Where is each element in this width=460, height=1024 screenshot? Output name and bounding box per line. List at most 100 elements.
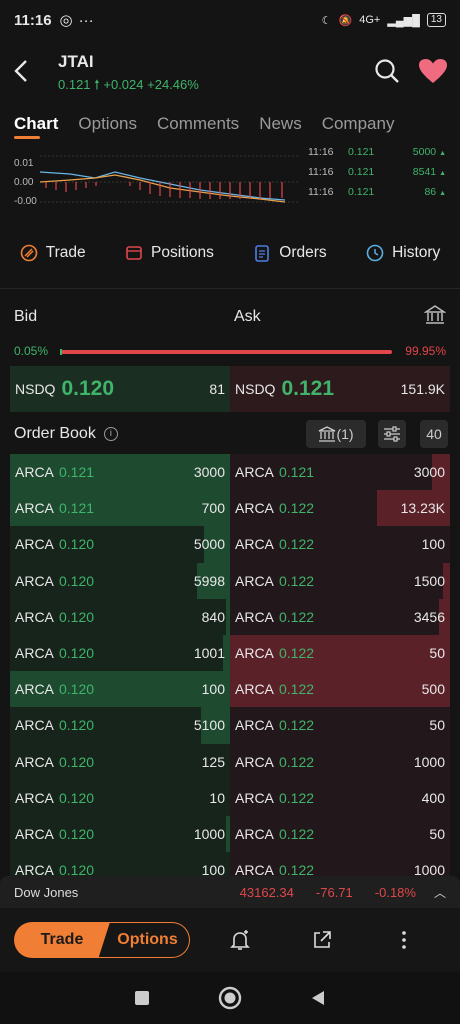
bid-exchange: ARCA: [15, 464, 54, 481]
bid-size: 700: [201, 500, 225, 517]
tab-company[interactable]: Company: [322, 114, 395, 134]
order-book-row: ARCA 0.121 3000 ARCA 0.121 3000: [10, 454, 450, 491]
ask-level[interactable]: ARCA 0.122 1000: [230, 852, 450, 876]
arrow-up-icon: ▲: [439, 190, 446, 197]
nbbo-ask-exchange: NSDQ: [235, 381, 276, 397]
order-book-row: ARCA 0.120 5000 ARCA 0.122 100: [10, 526, 450, 563]
nbbo-bid-size: 81: [209, 381, 225, 397]
bid-level[interactable]: ARCA 0.120 100: [10, 671, 230, 708]
share-icon[interactable]: [310, 928, 334, 952]
bid-level[interactable]: ARCA 0.120 125: [10, 743, 230, 780]
tab-news[interactable]: News: [259, 114, 302, 134]
tick-volume: 86 ▲: [424, 186, 446, 198]
order-book-row: ARCA 0.120 1000 ARCA 0.122 50: [10, 815, 450, 853]
bid-level[interactable]: ARCA 0.120 1001: [10, 634, 230, 672]
tab-options[interactable]: Options: [78, 114, 137, 134]
positions-action[interactable]: Positions: [125, 244, 214, 262]
back-nav-icon[interactable]: [309, 989, 327, 1007]
bid-level[interactable]: ARCA 0.121 3000: [10, 454, 230, 491]
bid-price: 0.120: [59, 825, 95, 842]
tick-volume-value: 5000: [412, 146, 437, 158]
order-book-header: Order Book i (1) 40: [14, 420, 448, 448]
ask-level[interactable]: ARCA 0.122 50: [230, 634, 450, 672]
signal-icon: ▂▄▆█: [387, 14, 420, 27]
bid-size: 5998: [193, 572, 225, 589]
ask-size: 1000: [413, 862, 445, 876]
bid-level[interactable]: ARCA 0.120 5100: [10, 707, 230, 744]
ask-level[interactable]: ARCA 0.122 500: [230, 671, 450, 708]
bid-level[interactable]: ARCA 0.120 10: [10, 779, 230, 816]
macd-chart[interactable]: 0.01 0.00 -0.00: [0, 142, 300, 214]
heart-icon[interactable]: [418, 58, 448, 84]
chevron-up-icon[interactable]: ︿: [434, 884, 446, 901]
ask-price: 0.122: [279, 645, 315, 662]
ask-price: 0.122: [279, 536, 315, 553]
orders-action-label: Orders: [279, 244, 327, 261]
positions-icon: [126, 246, 142, 260]
price-change: +0.024: [103, 77, 144, 92]
ask-level[interactable]: ARCA 0.122 100: [230, 526, 450, 563]
history-action-label: History: [392, 244, 441, 261]
back-icon[interactable]: [12, 58, 30, 91]
ask-level[interactable]: ARCA 0.122 1500: [230, 562, 450, 599]
ask-level[interactable]: ARCA 0.122 13.23K: [230, 490, 450, 527]
last-price: 0.121: [58, 77, 91, 92]
index-ticker[interactable]: Dow Jones 43162.34 -76.71 -0.18% ︿: [0, 876, 460, 908]
recents-icon[interactable]: [133, 989, 151, 1007]
bid-exchange: ARCA: [15, 753, 54, 770]
bid-exchange: ARCA: [15, 500, 54, 517]
tab-comments[interactable]: Comments: [157, 114, 239, 134]
ask-level[interactable]: ARCA 0.122 1000: [230, 743, 450, 780]
bid-price: 0.121: [59, 500, 95, 517]
bid-level[interactable]: ARCA 0.120 5998: [10, 562, 230, 599]
bid-exchange: ARCA: [15, 645, 54, 662]
depth-button[interactable]: 40: [420, 420, 448, 448]
tick-time: 11:16: [308, 166, 334, 178]
index-change: -76.71: [315, 884, 353, 900]
tab-chart[interactable]: Chart: [14, 114, 58, 139]
ask-size: 3456: [413, 608, 445, 625]
ask-level[interactable]: ARCA 0.122 50: [230, 707, 450, 744]
bid-exchange: ARCA: [15, 681, 54, 698]
stock-symbol: JTAI: [58, 52, 94, 71]
home-icon[interactable]: [218, 986, 242, 1010]
ask-level[interactable]: ARCA 0.122 3456: [230, 598, 450, 635]
order-book-row: ARCA 0.120 100 ARCA 0.122 500: [10, 671, 450, 708]
tick-row: 11:16 0.121 86 ▲: [300, 182, 460, 202]
bid-level[interactable]: ARCA 0.120 840: [10, 598, 230, 635]
order-book-row: ARCA 0.120 10 ARCA 0.122 400: [10, 779, 450, 816]
info-icon[interactable]: i: [103, 427, 118, 441]
bid-level[interactable]: ARCA 0.120 1000: [10, 815, 230, 853]
order-book-row: ARCA 0.120 5998 ARCA 0.122 1500: [10, 562, 450, 599]
orders-action[interactable]: Orders: [253, 244, 327, 262]
more-options-icon[interactable]: [392, 928, 416, 952]
ask-exchange: ARCA: [235, 608, 274, 625]
ask-size: 50: [429, 717, 445, 734]
ask-level[interactable]: ARCA 0.122 400: [230, 779, 450, 816]
bid-size: 840: [201, 608, 225, 625]
search-icon[interactable]: [374, 58, 400, 84]
trade-button[interactable]: Trade: [14, 922, 110, 958]
ask-label: Ask: [234, 308, 261, 325]
status-time: 11:16: [14, 11, 52, 29]
ask-price: 0.122: [279, 608, 315, 625]
ask-level[interactable]: ARCA 0.122 50: [230, 815, 450, 853]
bid-level[interactable]: ARCA 0.120 5000: [10, 526, 230, 563]
bid-level[interactable]: ARCA 0.120 100: [10, 852, 230, 876]
positions-action-label: Positions: [151, 244, 214, 261]
bid-size: 5100: [193, 717, 225, 734]
ask-size: 50: [429, 825, 445, 842]
alert-bell-icon[interactable]: [228, 928, 252, 952]
mute-icon: 🔕: [338, 14, 353, 27]
whatsapp-icon: ◎: [59, 12, 73, 29]
settings-button[interactable]: [378, 420, 406, 448]
ask-exchange: ARCA: [235, 536, 274, 553]
trade-icon: [20, 244, 37, 262]
history-action[interactable]: History: [366, 244, 440, 262]
options-button[interactable]: Options: [96, 922, 190, 958]
bank-icon[interactable]: [424, 304, 446, 326]
trade-action[interactable]: Trade: [20, 244, 86, 262]
bid-level[interactable]: ARCA 0.121 700: [10, 490, 230, 527]
ask-level[interactable]: ARCA 0.121 3000: [230, 454, 450, 491]
exchange-filter-button[interactable]: (1): [306, 420, 366, 448]
